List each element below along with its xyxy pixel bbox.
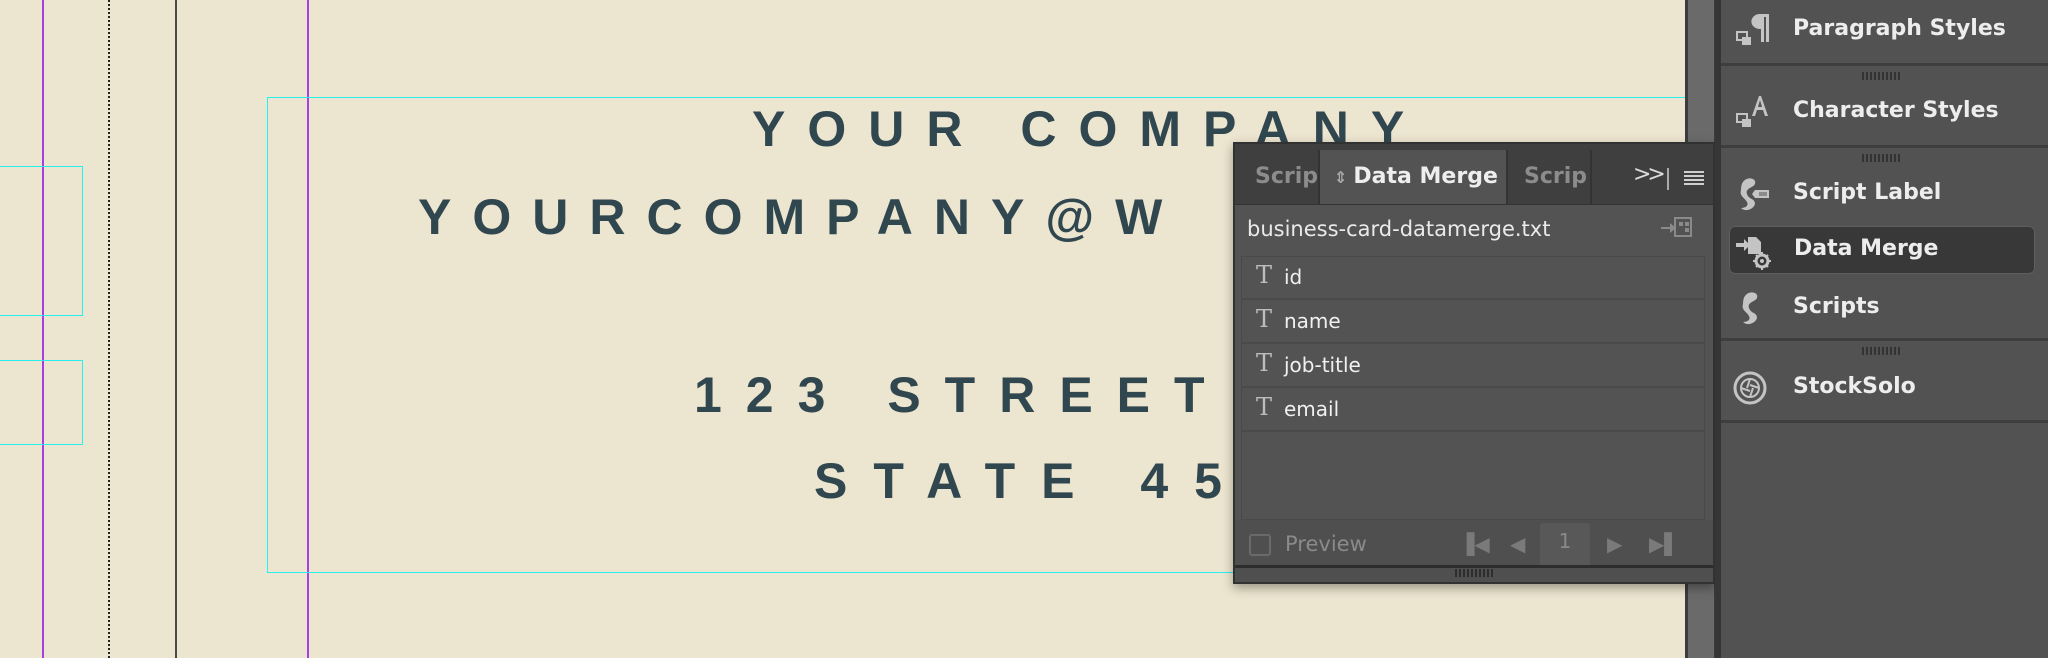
tab-data-merge[interactable]: ⇕ Data Merge bbox=[1320, 150, 1506, 204]
stocksolo-icon bbox=[1733, 371, 1767, 405]
grip-icon bbox=[1455, 569, 1493, 577]
field-label: id bbox=[1284, 265, 1303, 289]
data-source-filename: business-card-datamerge.txt bbox=[1247, 217, 1551, 241]
dock-item-stocksolo[interactable]: StockSolo bbox=[1721, 362, 2048, 414]
field-row[interactable]: T id bbox=[1242, 257, 1704, 300]
hamburger-menu-icon[interactable] bbox=[1684, 171, 1704, 186]
tab-scripts-2[interactable]: Scrip bbox=[1508, 150, 1590, 204]
text-field-icon: T bbox=[1256, 305, 1273, 333]
text-frame[interactable] bbox=[0, 166, 83, 316]
last-record-icon[interactable]: ▶▌ bbox=[1649, 532, 1680, 556]
text-field-icon: T bbox=[1256, 393, 1273, 421]
dock-item-label: StockSolo bbox=[1793, 374, 1916, 399]
scripts-icon bbox=[1742, 292, 1758, 325]
data-merge-icon bbox=[1736, 237, 1771, 270]
next-record-icon[interactable]: ▶ bbox=[1607, 532, 1622, 556]
margin-guide bbox=[42, 0, 44, 658]
field-label: email bbox=[1284, 397, 1340, 421]
field-row[interactable]: T name bbox=[1242, 301, 1704, 344]
dock-divider-line bbox=[1721, 145, 2048, 148]
double-chevron-right-icon[interactable]: >> bbox=[1633, 162, 1666, 187]
preview-label: Preview bbox=[1285, 532, 1367, 556]
company-email-text[interactable]: YOURCOMPANY@W bbox=[418, 188, 1183, 246]
field-row[interactable]: T email bbox=[1242, 389, 1704, 432]
data-merge-panel: Scrip ⇕ Data Merge Scrip >> business-card… bbox=[1233, 142, 1715, 584]
preview-checkbox[interactable] bbox=[1249, 534, 1271, 556]
bleed-guide bbox=[108, 0, 110, 658]
tab-data-merge-label: Data Merge bbox=[1353, 164, 1498, 189]
dock-item-paragraph-styles[interactable]: Paragraph Styles bbox=[1721, 4, 2048, 56]
dock-divider-line bbox=[1721, 420, 2048, 423]
dock-item-data-merge[interactable]: Data Merge bbox=[1729, 226, 2035, 274]
panel-footer: Preview ▐◀ ◀ 1 ▶ ▶▌ bbox=[1235, 520, 1713, 570]
page-edge bbox=[175, 0, 177, 658]
dock-item-script-label[interactable]: Script Label bbox=[1721, 168, 2048, 220]
data-field-list: T id T name T job-title T email bbox=[1241, 256, 1705, 520]
state-zip-text[interactable]: STATE 45 bbox=[814, 452, 1248, 510]
dock-item-label: Script Label bbox=[1793, 180, 1942, 205]
dock-divider-line bbox=[1721, 63, 2048, 66]
script-label-icon bbox=[1740, 178, 1769, 211]
field-label: job-title bbox=[1284, 353, 1361, 377]
previous-record-icon[interactable]: ◀ bbox=[1510, 532, 1525, 556]
dock-item-label: Scripts bbox=[1793, 294, 1880, 319]
divider-icon bbox=[1667, 168, 1669, 190]
text-frame[interactable] bbox=[0, 360, 83, 445]
panel-resize-handle[interactable] bbox=[1235, 565, 1713, 582]
dock-item-scripts[interactable]: Scripts bbox=[1721, 282, 2048, 334]
select-data-source-icon[interactable] bbox=[1661, 216, 1692, 238]
field-row[interactable]: T job-title bbox=[1242, 345, 1704, 388]
reorder-icon: ⇕ bbox=[1334, 168, 1348, 187]
dock-item-label: Data Merge bbox=[1794, 236, 1939, 261]
dock-divider-line bbox=[1721, 338, 2048, 341]
grip-icon[interactable] bbox=[1862, 154, 1902, 162]
first-record-icon[interactable]: ▐◀ bbox=[1459, 532, 1490, 556]
text-field-icon: T bbox=[1256, 261, 1273, 289]
text-field-icon: T bbox=[1256, 349, 1273, 377]
character-styles-icon bbox=[1736, 96, 1768, 127]
record-number-field[interactable]: 1 bbox=[1540, 523, 1590, 569]
field-label: name bbox=[1284, 309, 1341, 333]
panel-dock: Paragraph Styles Character Styles Script… bbox=[1721, 0, 2048, 658]
panel-tab-bar: Scrip ⇕ Data Merge Scrip >> bbox=[1235, 144, 1713, 205]
grip-icon[interactable] bbox=[1862, 347, 1902, 355]
paragraph-styles-icon bbox=[1736, 14, 1769, 45]
dock-item-label: Character Styles bbox=[1793, 98, 1999, 123]
dock-item-label: Paragraph Styles bbox=[1793, 16, 2006, 41]
tab-divider bbox=[1590, 150, 1592, 204]
dock-item-character-styles[interactable]: Character Styles bbox=[1721, 86, 2048, 138]
street-address-text[interactable]: 123 STREET bbox=[694, 366, 1229, 424]
grip-icon[interactable] bbox=[1862, 72, 1902, 80]
